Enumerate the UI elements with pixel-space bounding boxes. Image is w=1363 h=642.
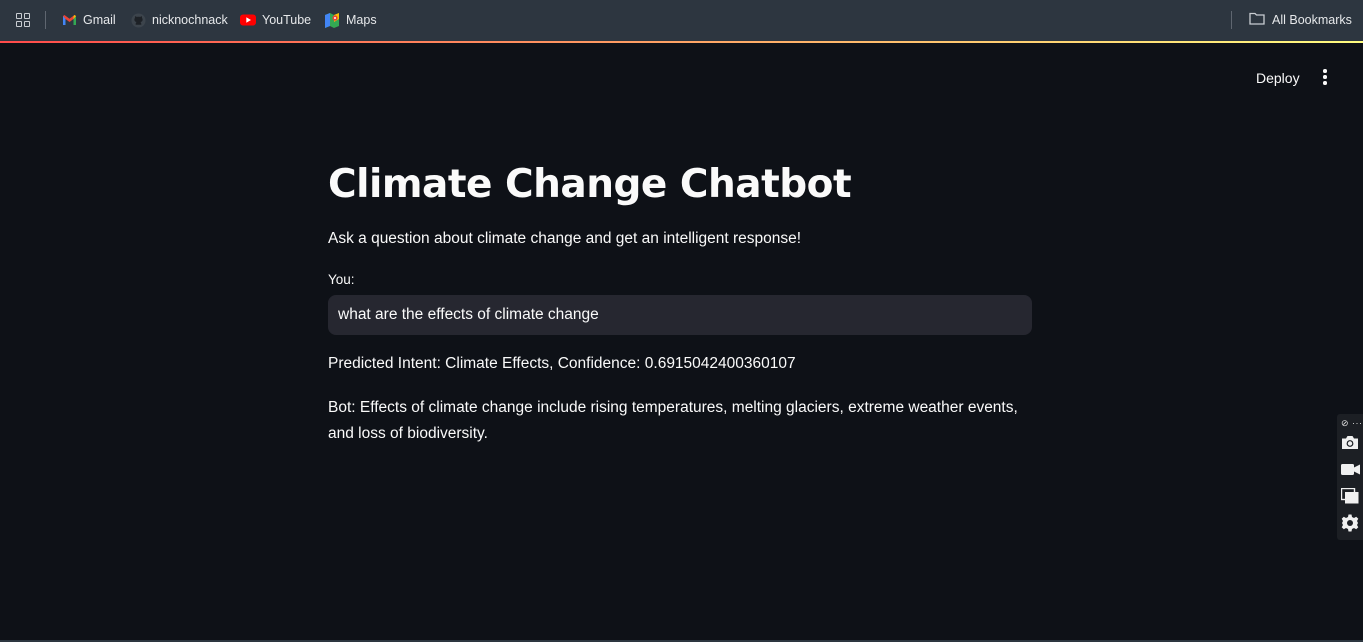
bookmark-label: nicknochnack <box>152 13 228 27</box>
all-bookmarks-button[interactable]: All Bookmarks <box>1249 10 1352 30</box>
apps-grid-icon[interactable] <box>16 13 30 27</box>
windows-icon[interactable] <box>1340 486 1360 506</box>
predicted-intent-text: Predicted Intent: Climate Effects, Confi… <box>328 355 796 372</box>
bookmarks-divider <box>1231 11 1232 29</box>
bookmark-label: Gmail <box>83 13 116 27</box>
header-decoration-line <box>0 41 1363 43</box>
camera-icon[interactable] <box>1340 432 1360 452</box>
page-subtitle: Ask a question about climate change and … <box>328 230 802 247</box>
deploy-button[interactable]: Deploy <box>1245 64 1311 91</box>
bookmarks-bar: Gmail nicknochnack YouTube Maps All Book… <box>0 0 1363 41</box>
bookmarks-divider <box>45 11 46 29</box>
youtube-icon <box>240 12 256 28</box>
video-icon[interactable] <box>1340 459 1360 479</box>
bookmark-label: YouTube <box>262 13 312 27</box>
kebab-menu-icon[interactable] <box>1316 66 1334 88</box>
bookmark-github[interactable]: nicknochnack <box>130 10 228 30</box>
bookmark-youtube[interactable]: YouTube <box>240 10 311 30</box>
maps-icon <box>324 12 340 28</box>
gmail-icon <box>61 12 77 28</box>
page-title: Climate Change Chatbot <box>328 162 852 207</box>
toolbar-top-label[interactable]: ⊘ ··· <box>1341 418 1363 429</box>
chat-input-label: You: <box>328 272 355 287</box>
bot-response-text: Bot: Effects of climate change include r… <box>328 399 1018 442</box>
folder-icon <box>1249 12 1265 28</box>
all-bookmarks-label: All Bookmarks <box>1272 13 1352 27</box>
chat-input[interactable] <box>328 295 1032 335</box>
bookmark-label: Maps <box>346 13 377 27</box>
bookmark-gmail[interactable]: Gmail <box>61 10 116 30</box>
side-toolbar: ⊘ ··· <box>1337 414 1363 540</box>
github-icon <box>130 12 146 28</box>
bookmark-maps[interactable]: Maps <box>324 10 377 30</box>
gear-icon[interactable] <box>1340 513 1360 533</box>
